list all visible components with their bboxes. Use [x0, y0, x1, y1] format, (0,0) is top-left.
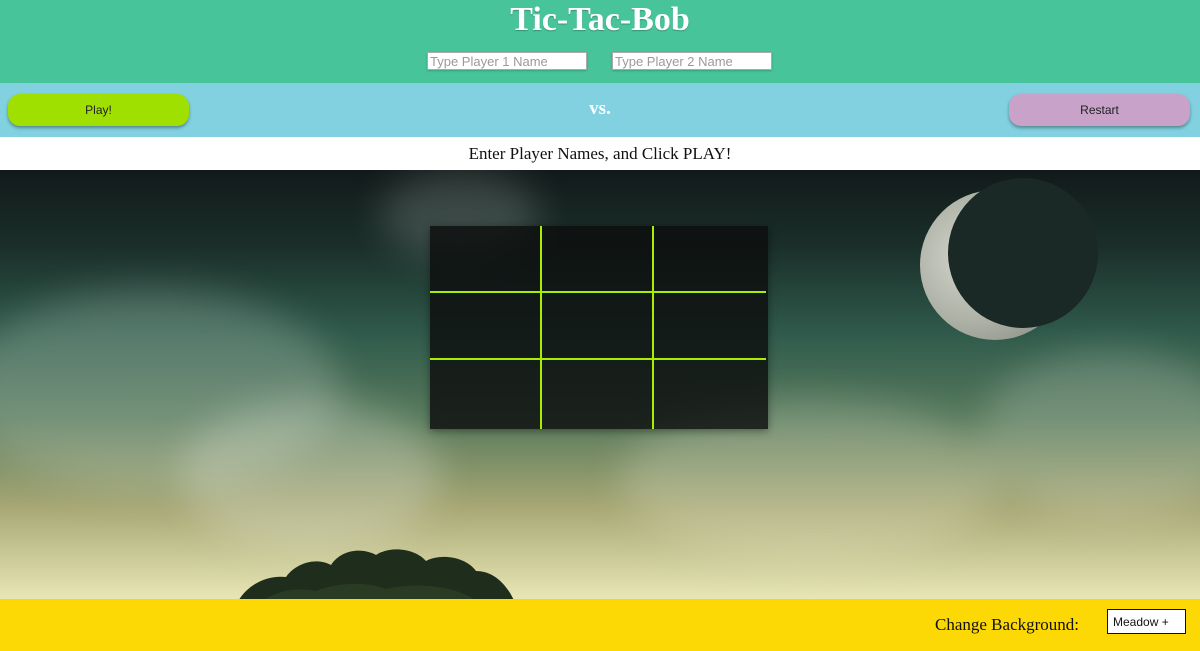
- background-select[interactable]: Meadow +: [1107, 609, 1186, 634]
- moon-shadow: [948, 178, 1098, 328]
- vs-label: vs.: [589, 98, 611, 119]
- background-scene: [0, 170, 1200, 599]
- controls-bar: Play! vs. Restart: [0, 83, 1200, 137]
- grid-line-vertical: [540, 226, 542, 429]
- board-cell[interactable]: [654, 226, 766, 291]
- player2-name-input[interactable]: [612, 52, 772, 70]
- grid-line-horizontal: [430, 291, 766, 293]
- grid-line-vertical: [652, 226, 654, 429]
- game-board: [430, 226, 768, 429]
- board-cell[interactable]: [654, 293, 766, 358]
- cloud: [180, 400, 440, 550]
- player1-name-input[interactable]: [427, 52, 587, 70]
- status-bar: Enter Player Names, and Click PLAY!: [0, 137, 1200, 170]
- change-background-label: Change Background:: [935, 615, 1079, 634]
- play-button[interactable]: Play!: [8, 94, 189, 126]
- board-cell[interactable]: [430, 360, 540, 429]
- board-cell[interactable]: [430, 226, 540, 291]
- grid-line-horizontal: [430, 358, 766, 360]
- app-title: Tic-Tac-Bob: [510, 1, 690, 38]
- footer: Change Background: Meadow +: [0, 599, 1200, 651]
- board-cell[interactable]: [542, 293, 653, 358]
- board-cell[interactable]: [430, 293, 540, 358]
- cloud: [980, 350, 1200, 520]
- board-cell[interactable]: [542, 226, 653, 291]
- header: Tic-Tac-Bob: [0, 0, 1200, 83]
- board-cell[interactable]: [542, 360, 653, 429]
- board-cell[interactable]: [654, 360, 766, 429]
- restart-button[interactable]: Restart: [1009, 94, 1190, 126]
- status-message: Enter Player Names, and Click PLAY!: [468, 144, 732, 163]
- tree-image: [239, 549, 514, 599]
